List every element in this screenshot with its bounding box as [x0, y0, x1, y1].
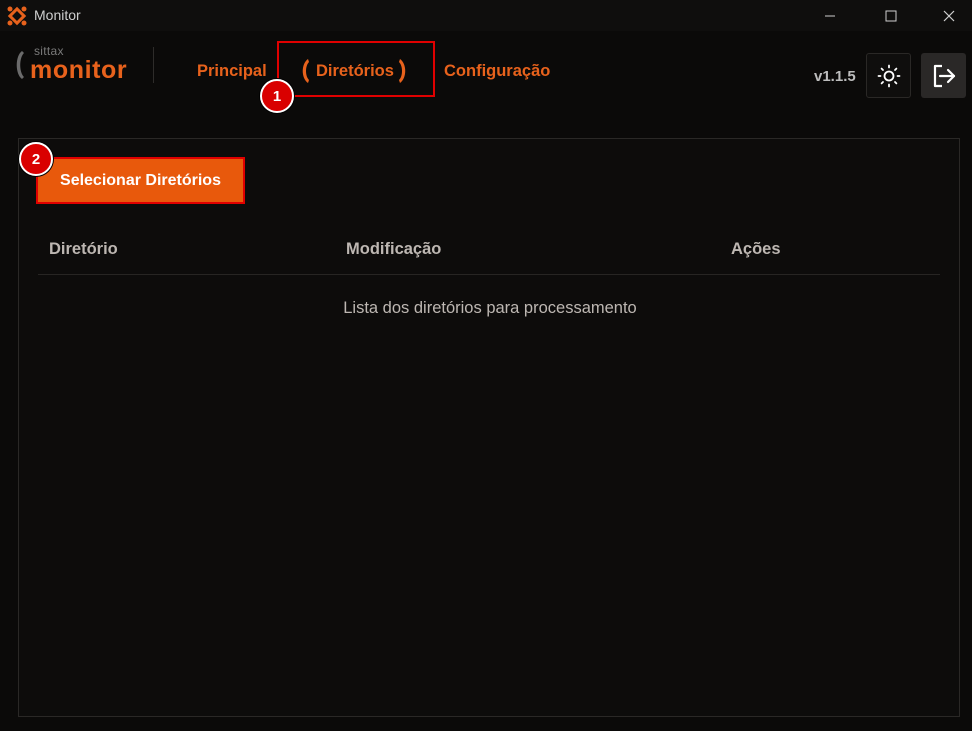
annotation-badge-2: 2	[19, 142, 53, 176]
select-directories-button[interactable]: Selecionar Diretórios	[36, 157, 245, 204]
version-label: v1.1.5	[814, 68, 856, 85]
logout-icon	[933, 64, 955, 87]
logout-button[interactable]	[921, 53, 966, 98]
brand-mark-icon	[16, 51, 24, 79]
brand-name: monitor	[30, 56, 128, 84]
column-header-modificacao[interactable]: Modificação	[346, 240, 441, 259]
maximize-icon	[885, 10, 897, 21]
nav-configuracao[interactable]: Configuração	[444, 62, 550, 81]
directories-panel	[18, 138, 960, 717]
close-button[interactable]	[926, 0, 972, 31]
annotation-highlight-nav	[277, 41, 435, 97]
minimize-icon	[825, 15, 835, 16]
table-header-divider	[38, 274, 940, 275]
sun-icon	[877, 64, 900, 87]
column-header-diretorio[interactable]: Diretório	[49, 240, 118, 259]
nav-principal[interactable]: Principal	[197, 62, 267, 81]
app-logo-icon	[7, 6, 27, 26]
annotation-badge-1: 1	[260, 79, 294, 113]
empty-list-message: Lista dos diretórios para processamento	[343, 299, 637, 317]
minimize-button[interactable]	[807, 0, 853, 31]
column-header-acoes: Ações	[731, 240, 781, 258]
window-titlebar: Monitor	[0, 0, 972, 31]
header-divider	[153, 47, 154, 83]
close-icon	[943, 10, 955, 21]
theme-toggle-button[interactable]	[866, 53, 911, 98]
maximize-button[interactable]	[868, 0, 914, 31]
window-title: Monitor	[34, 7, 81, 23]
